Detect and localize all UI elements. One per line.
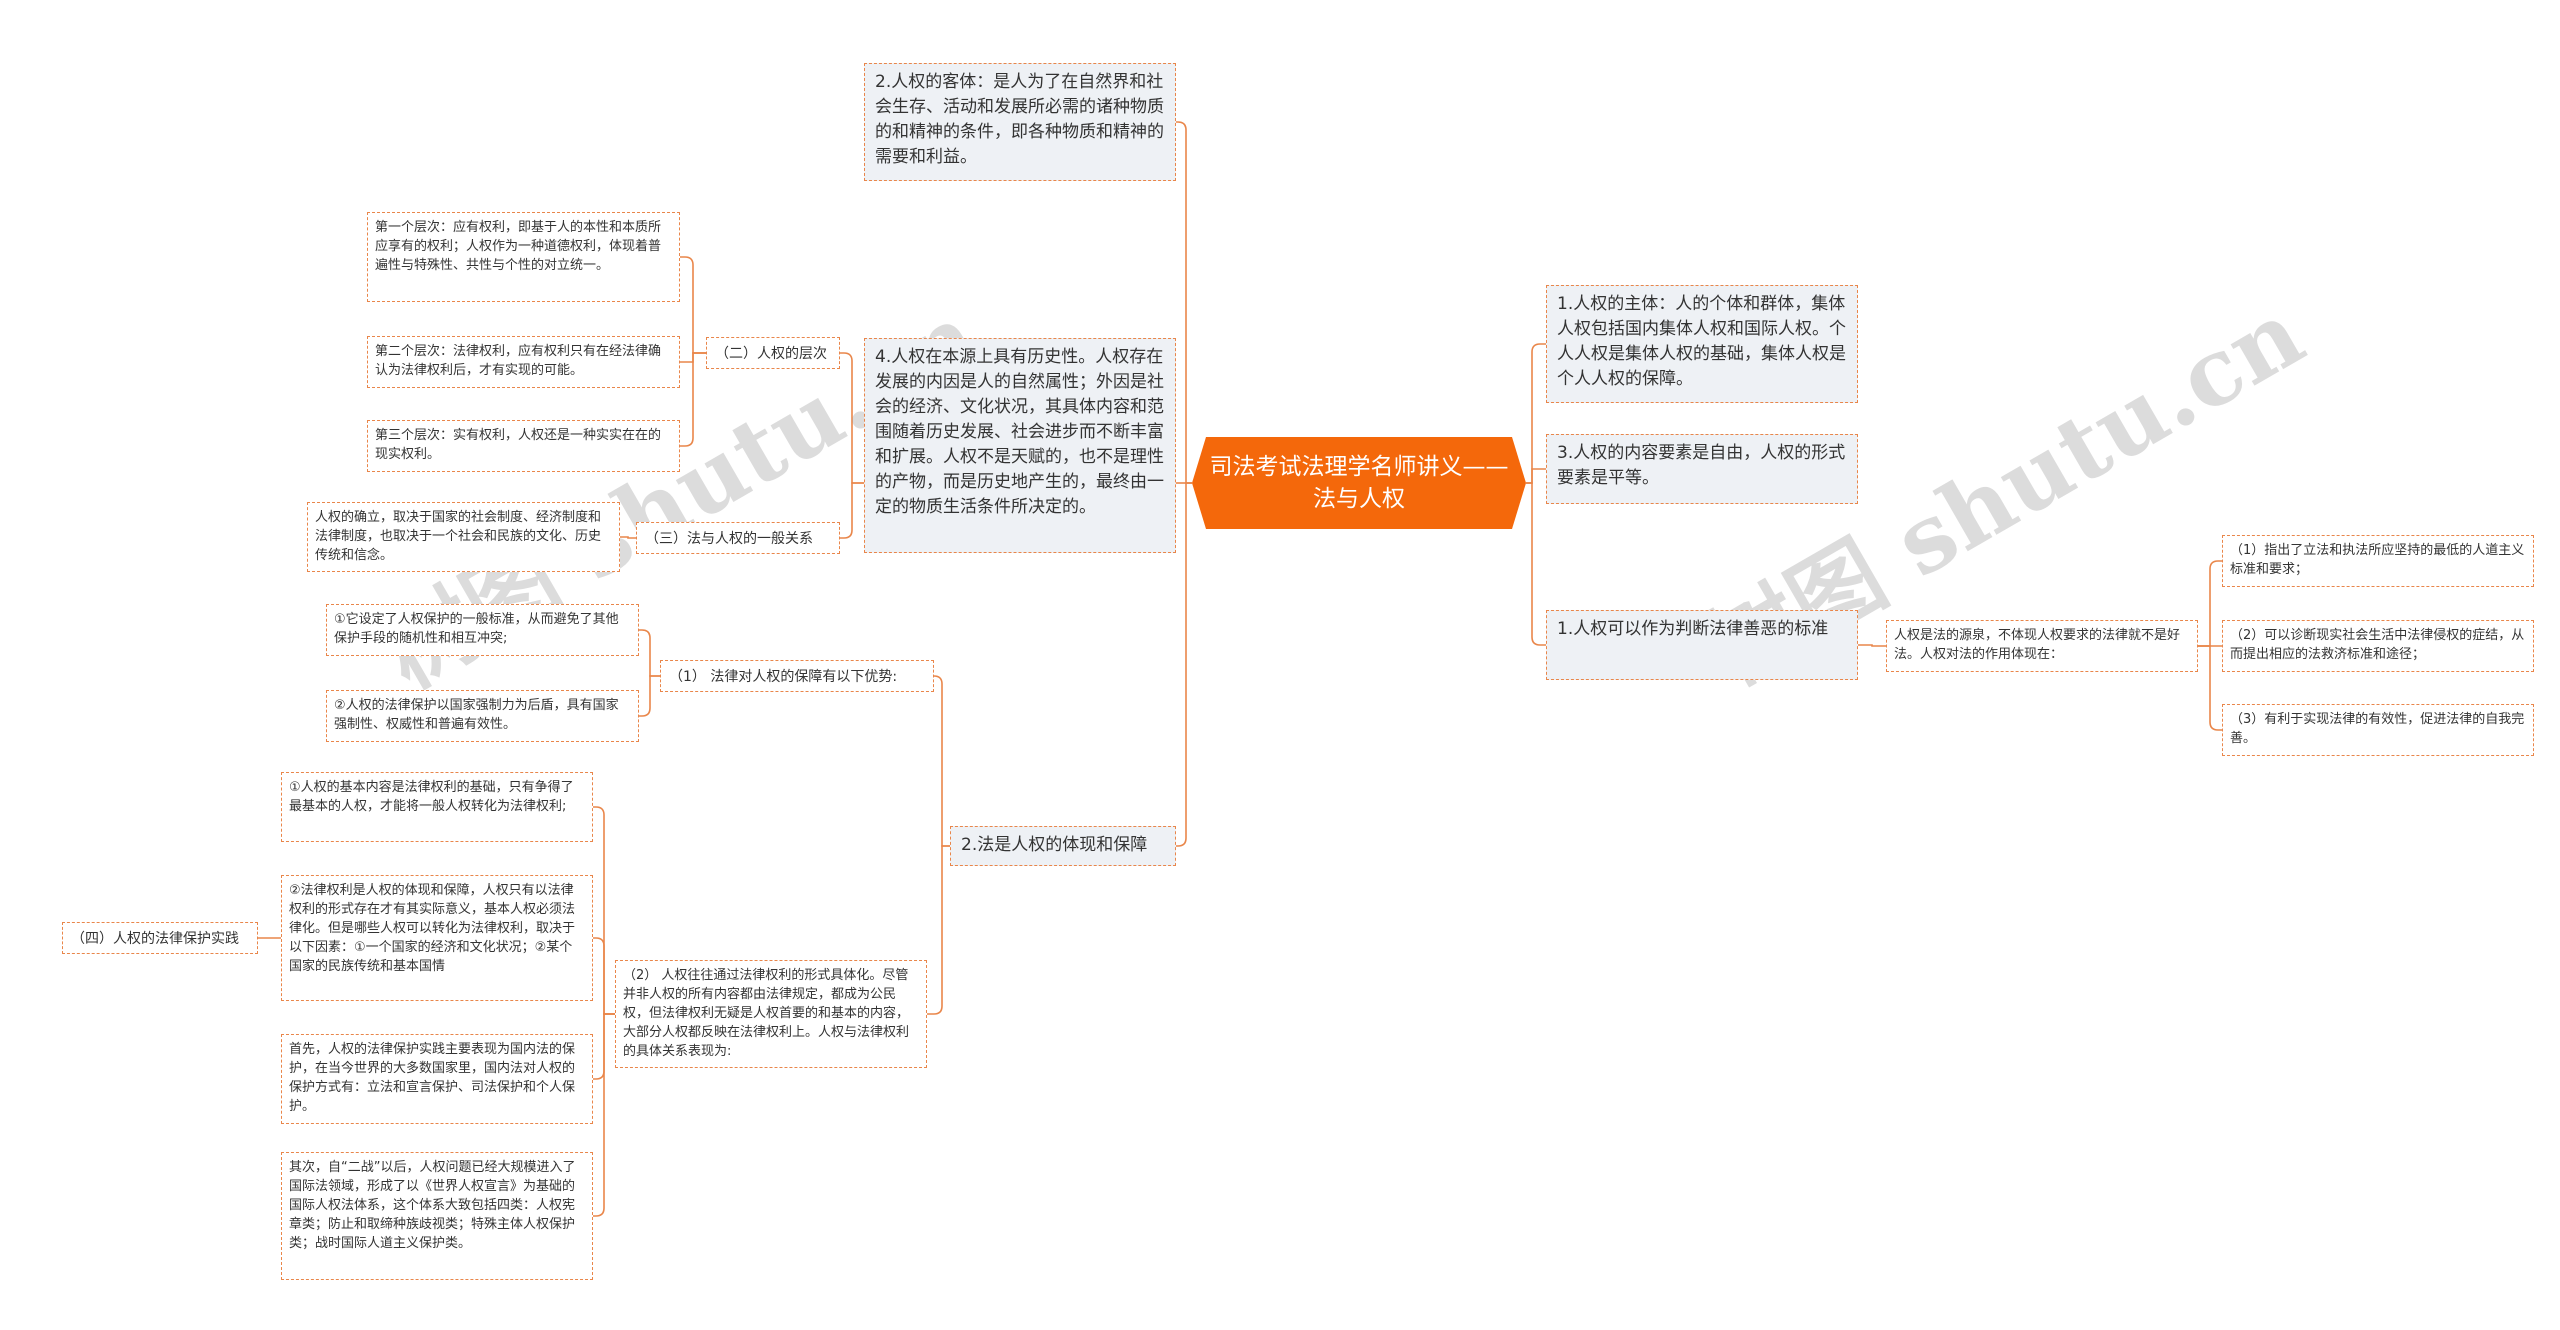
node-level-2[interactable]: 第二个层次：法律权利，应有权利只有在经法律确认为法律权利后，才有实现的可能。 xyxy=(367,336,680,388)
edge-l2a-3 xyxy=(680,352,706,447)
node-advantages[interactable]: （1） 法律对人权的保障有以下优势: xyxy=(660,660,934,692)
node-international-protection[interactable]: 其次，自“二战”以后，人权问题已经大规模进入了国际法领域，形成了以《世界人权宣言… xyxy=(281,1152,593,1280)
mind-map-canvas: 树图 shutu.cn 树图 shutu.cn 司法考试法理学名师讲义——法与人… xyxy=(0,0,2560,1330)
node-law-as-embodiment[interactable]: 2.法是人权的体现和保障 xyxy=(950,826,1176,866)
edge-l2-l2b xyxy=(840,482,864,539)
node-content-elements[interactable]: 3.人权的内容要素是自由，人权的形式要素是平等。 xyxy=(1546,434,1858,504)
node-relation-2[interactable]: ②法律权利是人权的体现和保障，人权只有以法律权利的形式存在才有其实际意义，基本人… xyxy=(281,875,593,1001)
node-role-2[interactable]: （2）可以诊断现实社会生活中法律侵权的症结，从而提出相应的法救济标准和途径； xyxy=(2222,620,2534,672)
node-subject-of-human-rights[interactable]: 1.人权的主体：人的个体和群体，集体人权包括国内集体人权和国际人权。个人人权是集… xyxy=(1546,285,1858,403)
edge-l3-l3b xyxy=(927,845,950,1015)
node-source-of-law[interactable]: 人权是法的源泉，不体现人权要求的法律就不是好法。人权对法的作用体现在： xyxy=(1886,620,2198,672)
edge-l3a-1 xyxy=(639,629,660,677)
node-role-1[interactable]: （1）指出了立法和执法所应坚持的最低的人道主义标准和要求； xyxy=(2222,535,2534,587)
node-advantage-2[interactable]: ②人权的法律保护以国家强制力为后盾，具有国家强制性、权威性和普遍有效性。 xyxy=(326,690,639,742)
node-historicity-of-human-rights[interactable]: 4.人权在本源上具有历史性。人权存在发展的内因是人的自然属性；外因是社会的经济、… xyxy=(864,338,1176,553)
edge-l3a-2 xyxy=(639,675,660,717)
edge-l3b-4 xyxy=(593,1013,615,1217)
node-domestic-protection[interactable]: 首先，人权的法律保护实践主要表现为国内法的保护，在当今世界的大多数国家里，国内法… xyxy=(281,1034,593,1124)
edge-l3b-2 xyxy=(593,937,615,1015)
edge-root-r3 xyxy=(1526,482,1546,646)
node-relation-1[interactable]: ①人权的基本内容是法律权利的基础，只有争得了最基本的人权，才能将一般人权转化为法… xyxy=(281,772,593,842)
edge-root-l1 xyxy=(1176,121,1192,484)
node-protection-practice[interactable]: （四）人权的法律保护实践 xyxy=(62,922,258,954)
root-node-title[interactable]: 司法考试法理学名师讲义——法与人权 xyxy=(1205,437,1513,529)
node-level-3[interactable]: 第三个层次：实有权利，人权还是一种实实在在的现实权利。 xyxy=(367,420,680,472)
edge-l2b-1 xyxy=(620,536,636,539)
edge-r3-r3a xyxy=(1858,644,1886,647)
edge-root-r2 xyxy=(1526,468,1546,484)
edge-l3-l3a xyxy=(933,675,950,847)
node-object-of-human-rights[interactable]: 2.人权的客体：是人为了在自然界和社会生存、活动和发展所必需的诸种物质的和精神的… xyxy=(864,63,1176,181)
node-general-relation[interactable]: （三）法与人权的一般关系 xyxy=(636,522,840,554)
edge-l2a-1 xyxy=(680,256,706,354)
node-level-1[interactable]: 第一个层次：应有权利，即基于人的本性和本质所应享有的权利；人权作为一种道德权利，… xyxy=(367,212,680,302)
edge-l2-l2a xyxy=(840,352,864,484)
node-legal-rights-form[interactable]: （2） 人权往往通过法律权利的形式具体化。尽管并非人权的所有内容都由法律规定，都… xyxy=(615,960,927,1068)
node-advantage-1[interactable]: ①它设定了人权保护的一般标准，从而避免了其他保护手段的随机性和相互冲突; xyxy=(326,604,639,656)
edge-root-r1 xyxy=(1526,343,1546,484)
node-establishment-of-rights[interactable]: 人权的确立，取决于国家的社会制度、经济制度和法律制度，也取决于一个社会和民族的文… xyxy=(307,502,620,572)
edge-r3a-1 xyxy=(2198,560,2222,647)
node-role-3[interactable]: （3）有利于实现法律的有效性，促进法律的自我完善。 xyxy=(2222,704,2534,756)
edge-root-l3 xyxy=(1176,482,1192,847)
node-standard-of-law[interactable]: 1.人权可以作为判断法律善恶的标准 xyxy=(1546,610,1858,680)
node-levels-of-human-rights[interactable]: （二）人权的层次 xyxy=(706,337,840,369)
edge-r3a-3 xyxy=(2198,645,2222,731)
